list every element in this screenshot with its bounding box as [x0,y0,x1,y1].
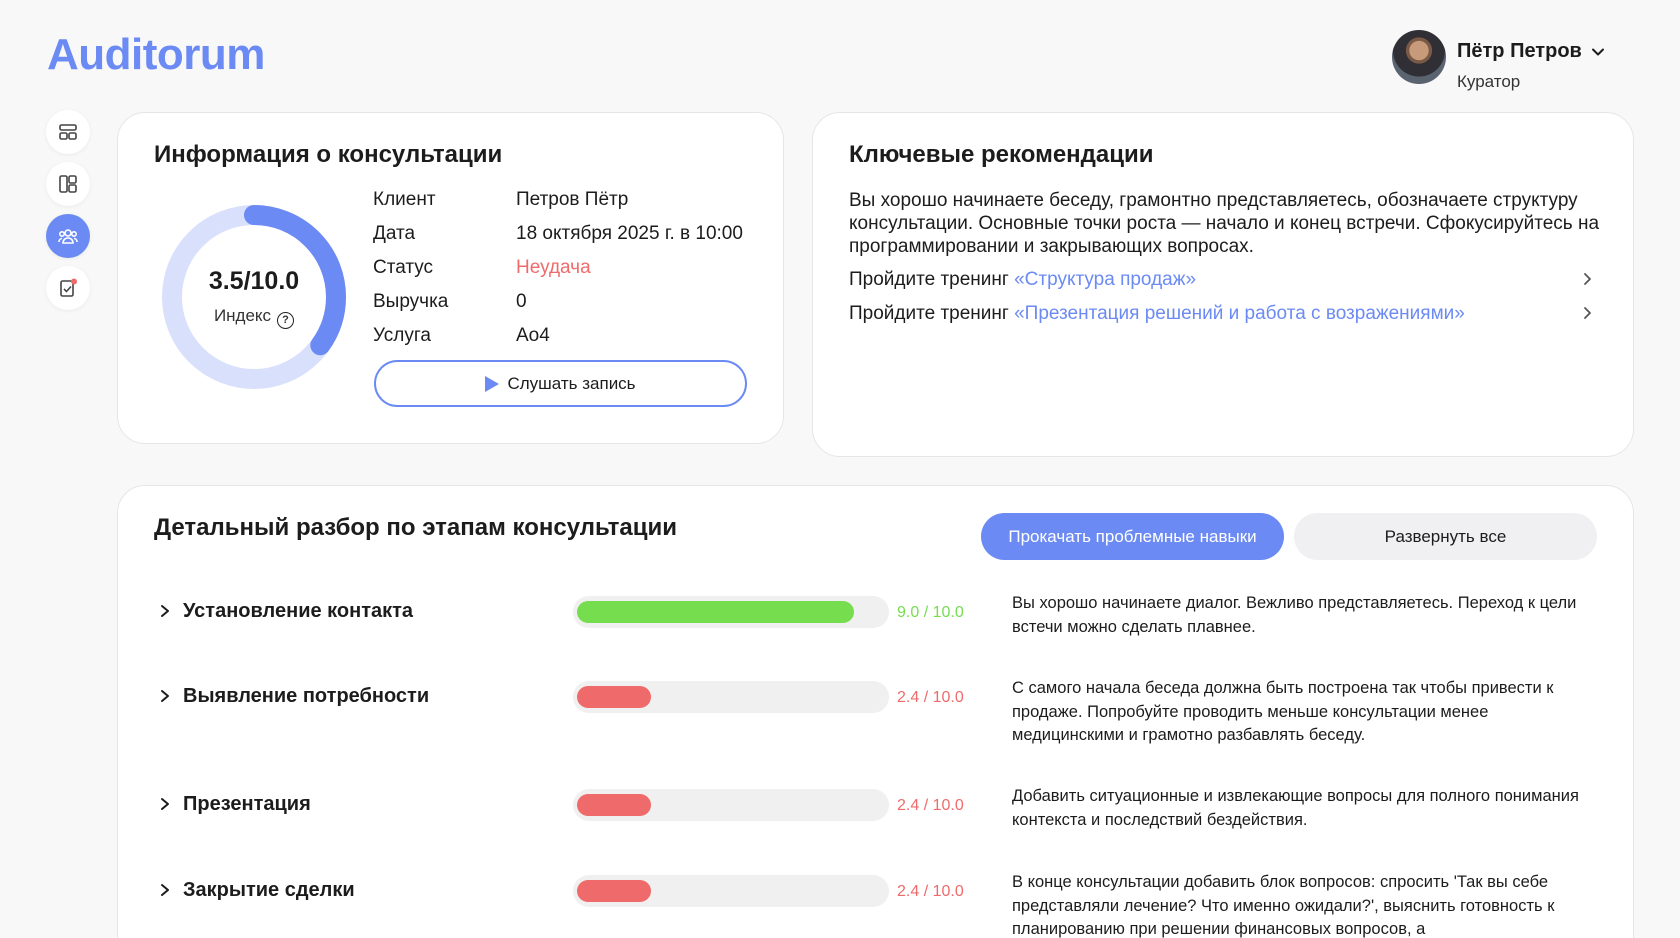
stage-comment: С самого начала беседа должна быть постр… [1012,679,1554,744]
training-link[interactable]: «Презентация решений и работа с возражен… [1014,303,1465,324]
stage-comment: В конце консультации добавить блок вопро… [1012,873,1555,938]
index-label-text: Индекс [213,306,272,325]
status-value: Неудача [516,257,591,278]
sidebar-item-team[interactable] [46,214,90,258]
info-key: Услуга [373,325,431,346]
team-icon [58,229,78,244]
chevron-right-icon[interactable] [159,883,171,897]
user-role: Куратор [1457,72,1521,91]
avatar[interactable] [1392,30,1446,84]
layout-icon [59,175,77,193]
info-value: Петров Пётр [516,189,629,210]
sidebar [46,110,90,318]
stage-name[interactable]: Выявление потребности [183,685,429,708]
card-title: Ключевые рекомендации [849,141,1154,168]
stage-comment: Добавить ситуационные и извлекающие вопр… [1012,787,1579,829]
key-recommendations-card: Ключевые рекомендации Вы хорошо начинает… [812,112,1634,457]
sidebar-item-tasks[interactable] [46,266,90,310]
improve-skills-button[interactable]: Прокачать проблемные навыки [981,513,1284,560]
stage-score: 9.0 / 10.0 [897,604,964,621]
index-donut-chart [162,205,346,389]
sidebar-item-dashboard[interactable] [46,110,90,154]
dashboard-icon [59,124,77,140]
info-key: Выручка [373,291,449,312]
listen-recording-button[interactable]: Слушать запись [374,360,747,407]
stage-name[interactable]: Презентация [183,793,311,816]
chevron-right-icon[interactable] [1580,306,1594,320]
info-value: 18 октября 2025 г. в 10:00 [516,223,743,244]
score-bar [573,596,889,628]
index-value: 3.5/10.0 [208,267,300,295]
info-value: Ао4 [516,325,550,346]
score-bar-fill [577,601,855,623]
stage-name[interactable]: Закрытие сделки [183,879,355,902]
score-bar-fill [577,794,651,816]
chevron-down-icon[interactable] [1590,44,1606,60]
training-prefix: Пройдите тренинг [849,303,1015,324]
stage-name[interactable]: Установление контакта [183,600,413,623]
stage-analysis-card: Детальный разбор по этапам консультации … [117,485,1634,938]
info-value: 0 [516,291,527,312]
training-prefix: Пройдите тренинг [849,269,1015,290]
consultation-info-card: Информация о консультации 3.5/10.0 Индек… [117,112,784,444]
recommendations-summary: Вы хорошо начинаете беседу, грамонтно пр… [849,190,1600,257]
stage-score: 2.4 / 10.0 [897,689,964,706]
expand-all-button[interactable]: Развернуть все [1294,513,1597,560]
info-key: Дата [373,223,416,244]
help-icon[interactable]: ? [277,312,295,329]
info-key: Клиент [373,189,436,210]
training-link[interactable]: «Структура продаж» [1014,269,1196,290]
user-menu[interactable]: Пётр Петров Куратор [1392,30,1622,91]
chevron-right-icon[interactable] [1580,272,1594,286]
index-label: Индекс? [154,306,354,329]
score-bar-fill [577,880,651,902]
stage-score: 2.4 / 10.0 [897,797,964,814]
listen-button-label: Слушать запись [507,373,636,393]
user-name[interactable]: Пётр Петров [1457,40,1582,63]
tasks-icon [60,278,77,297]
score-bar [573,789,889,821]
training-link-sales-structure[interactable]: Пройдите тренинг «Структура продаж» [849,269,1594,291]
score-bar [573,875,889,907]
info-key: Статус [373,257,434,278]
training-link-presentation[interactable]: Пройдите тренинг «Презентация решений и … [849,303,1594,325]
sidebar-item-layout[interactable] [46,162,90,206]
card-title: Детальный разбор по этапам консультации [154,514,677,541]
chevron-right-icon[interactable] [159,604,171,618]
score-bar-fill [577,686,651,708]
stage-comment: Вы хорошо начинаете диалог. Вежливо пред… [1012,594,1577,636]
card-title: Информация о консультации [154,141,503,168]
chevron-right-icon[interactable] [159,797,171,811]
score-bar [573,681,889,713]
play-icon [485,375,500,392]
stage-score: 2.4 / 10.0 [897,883,964,900]
chevron-right-icon[interactable] [159,689,171,703]
app-logo[interactable]: Auditorum [47,30,265,80]
